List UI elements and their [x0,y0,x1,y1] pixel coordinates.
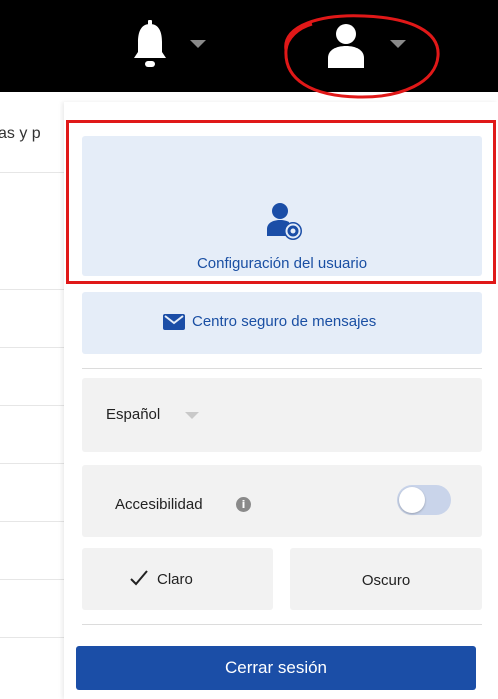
secure-message-center-label: Centro seguro de mensajes [192,313,377,330]
bell-caret-down-icon[interactable] [190,40,206,48]
section-divider [82,624,482,625]
background-row-divider [0,463,64,464]
accessibility-label: Accesibilidad [115,496,203,513]
secure-message-center-button[interactable]: Centro seguro de mensajes [82,292,482,354]
background-row-divider [0,579,64,580]
theme-light-label: Claro [157,571,193,588]
logout-button[interactable]: Cerrar sesión [76,646,476,690]
background-row-divider [0,172,64,173]
section-divider [82,368,482,369]
bell-icon[interactable] [133,20,167,70]
chevron-down-icon [185,412,199,419]
user-settings-button[interactable]: Configuración del usuario [82,136,482,276]
background-row-divider [0,405,64,406]
annotation-circle [284,14,440,99]
background-row-divider [0,347,64,348]
background-row-divider [0,289,64,290]
checkmark-icon [130,570,148,586]
info-icon[interactable]: i [236,497,251,512]
accessibility-row: Accesibilidad i [82,465,482,537]
background-row-divider [0,521,64,522]
theme-light-button[interactable]: Claro [82,548,273,610]
user-menu-panel: Configuración del usuario Centro seguro … [64,102,498,699]
envelope-icon [163,314,185,330]
language-selector[interactable]: Español [82,378,482,452]
theme-dark-button[interactable]: Oscuro [290,548,482,610]
accessibility-toggle[interactable] [397,485,451,515]
language-selected-value: Español [106,406,161,423]
user-settings-label: Configuración del usuario [196,255,368,272]
background-text-snippet: as y p [0,125,41,142]
background-row-divider [0,637,64,638]
theme-dark-label: Oscuro [361,572,411,589]
top-navigation-bar [0,0,498,99]
user-gear-icon [267,203,302,240]
toggle-knob [399,487,425,513]
